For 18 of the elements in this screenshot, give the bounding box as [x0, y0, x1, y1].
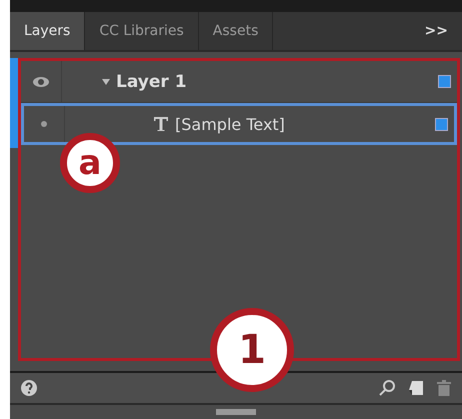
layer-name: [Sample Text] — [175, 114, 285, 134]
text-type-icon — [153, 116, 169, 132]
resize-grip-icon[interactable] — [216, 409, 256, 415]
dot-icon[interactable] — [41, 121, 47, 127]
layer-row[interactable]: Layer 1 — [21, 61, 457, 103]
layer-row[interactable]: [Sample Text] — [21, 103, 457, 145]
new-layer-icon[interactable] — [408, 380, 424, 396]
layer-name: Layer 1 — [116, 72, 187, 92]
panel-tab[interactable]: Layers — [10, 12, 86, 50]
selection-square-icon[interactable] — [435, 118, 448, 130]
callout-marker: 1 — [210, 308, 294, 392]
overflow-button[interactable]: >> — [410, 12, 462, 50]
help-icon[interactable] — [20, 379, 38, 397]
search-icon[interactable] — [378, 379, 396, 397]
trash-icon[interactable] — [436, 379, 452, 397]
callout-marker: a — [60, 133, 120, 193]
eye-icon[interactable] — [32, 76, 50, 88]
caret-icon[interactable] — [102, 78, 110, 86]
